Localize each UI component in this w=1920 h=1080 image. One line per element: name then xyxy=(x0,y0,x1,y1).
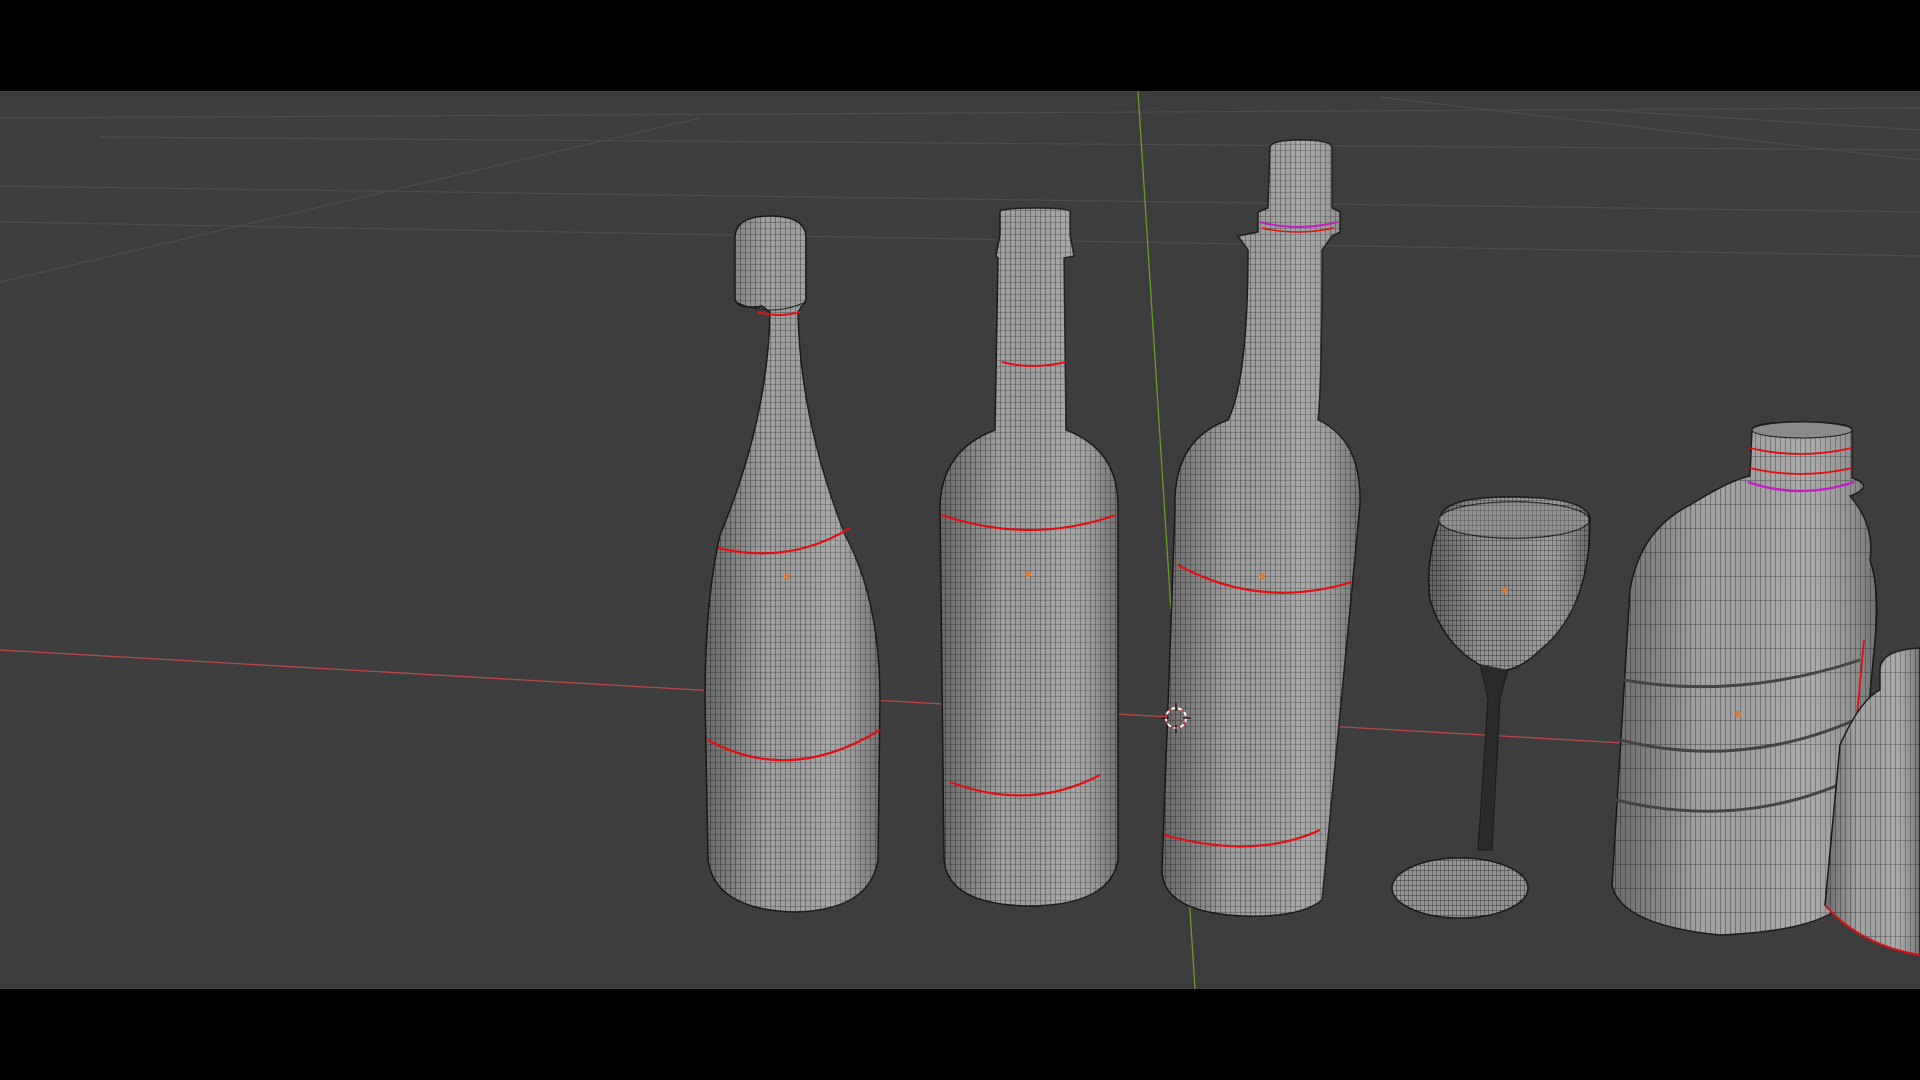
floor-grid xyxy=(0,96,1920,283)
letterbox-top xyxy=(0,0,1920,91)
champagne-bottle[interactable] xyxy=(704,215,881,913)
letterbox-bottom xyxy=(0,989,1920,1080)
wine-bottle-corked[interactable] xyxy=(1161,139,1361,917)
wine-glass[interactable] xyxy=(1391,496,1591,919)
wine-bottle-bordeaux[interactable] xyxy=(939,207,1119,907)
viewport-canvas[interactable] xyxy=(0,91,1920,989)
3d-viewport[interactable] xyxy=(0,91,1920,989)
